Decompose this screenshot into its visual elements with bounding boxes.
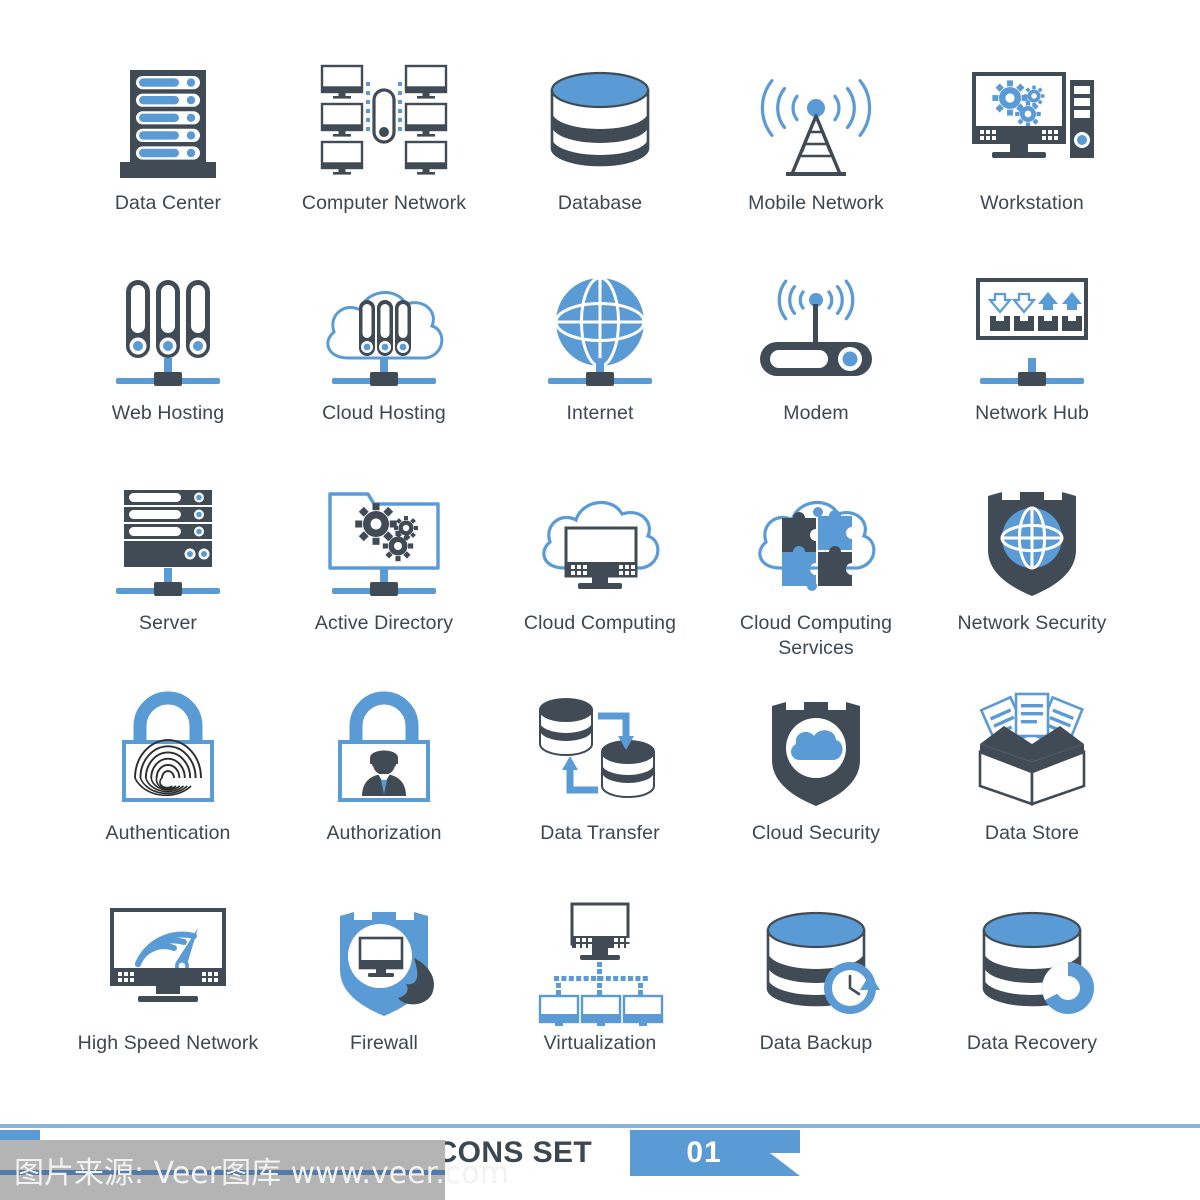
authentication-icon [98, 688, 238, 813]
icon-cell-cloud-hosting[interactable]: Cloud Hosting [276, 268, 492, 478]
icon-label: High Speed Network [77, 1032, 259, 1054]
icon-cell-data-store[interactable]: Data Store [924, 688, 1140, 898]
cloud-security-icon [746, 688, 886, 813]
icon-cell-workstation[interactable]: Workstation [924, 58, 1140, 268]
icon-label: Workstation [980, 192, 1084, 214]
web-hosting-icon [98, 268, 238, 393]
cloud-computing-icon [530, 478, 670, 603]
icon-label: Mobile Network [748, 192, 884, 214]
icon-cell-virtualization[interactable]: Virtualization [492, 898, 708, 1108]
modem-icon [746, 268, 886, 393]
icon-cell-network-security[interactable]: Network Security [924, 478, 1140, 688]
icon-sheet: Data Center Computer Network Database Mo… [0, 0, 1200, 1200]
cloud-hosting-icon [314, 268, 454, 393]
authorization-icon [314, 688, 454, 813]
icon-cell-network-hub[interactable]: Network Hub [924, 268, 1140, 478]
icon-label: Web Hosting [111, 402, 225, 424]
active-directory-icon [314, 478, 454, 603]
server-icon [98, 478, 238, 603]
icon-label: Cloud Computing Services [739, 612, 893, 659]
icon-label: Virtualization [543, 1032, 657, 1054]
workstation-icon [962, 58, 1102, 183]
icon-cell-web-hosting[interactable]: Web Hosting [60, 268, 276, 478]
banner-number-badge: 01 [686, 1136, 722, 1169]
network-hub-icon [962, 268, 1102, 393]
icon-cell-authorization[interactable]: Authorization [276, 688, 492, 898]
icon-cell-data-center[interactable]: Data Center [60, 58, 276, 268]
icon-label: Data Store [984, 822, 1080, 844]
data-store-icon [962, 688, 1102, 813]
icon-cell-data-recovery[interactable]: Data Recovery [924, 898, 1140, 1108]
network-security-icon [962, 478, 1102, 603]
icon-cell-data-backup[interactable]: Data Backup [708, 898, 924, 1108]
icon-label: Cloud Hosting [322, 402, 446, 424]
icon-label: Firewall [350, 1032, 418, 1054]
icon-cell-database[interactable]: Database [492, 58, 708, 268]
icon-label: Authorization [326, 822, 442, 844]
icon-cell-data-transfer[interactable]: Data Transfer [492, 688, 708, 898]
icon-label: Database [557, 192, 643, 214]
data-center-icon [98, 58, 238, 183]
icon-label: Data Transfer [540, 822, 660, 844]
data-backup-icon [746, 898, 886, 1023]
icon-cell-server[interactable]: Server [60, 478, 276, 688]
icon-label: Computer Network [301, 192, 467, 214]
icon-cell-cloud-security[interactable]: Cloud Security [708, 688, 924, 898]
high-speed-network-icon [98, 898, 238, 1023]
icon-label: Network Hub [975, 402, 1089, 424]
icon-cell-modem[interactable]: Modem [708, 268, 924, 478]
icon-label: Data Recovery [966, 1032, 1098, 1054]
firewall-icon [314, 898, 454, 1023]
icon-cell-cloud-computing[interactable]: Cloud Computing [492, 478, 708, 688]
icon-cell-mobile-network[interactable]: Mobile Network [708, 58, 924, 268]
icon-label: Active Directory [314, 612, 454, 634]
icon-label: Data Center [114, 192, 222, 214]
data-transfer-icon [530, 688, 670, 813]
icon-label: Cloud Computing [523, 612, 677, 634]
cloud-computing-services-icon [746, 478, 886, 603]
icon-label: Server [138, 612, 198, 634]
icon-label: Data Backup [759, 1032, 873, 1054]
icon-label: Modem [783, 402, 849, 424]
banner-top-rule [0, 1124, 1200, 1128]
icon-label: Internet [566, 402, 634, 424]
icon-cell-internet[interactable]: Internet [492, 268, 708, 478]
database-icon [530, 58, 670, 183]
icon-cell-firewall[interactable]: Firewall [276, 898, 492, 1108]
icon-label: Network Security [957, 612, 1107, 634]
icon-cell-active-directory[interactable]: Active Directory [276, 478, 492, 688]
watermark-text: 图片来源: Veer图库 www.veer.com [14, 1156, 509, 1191]
icon-cell-computer-network[interactable]: Computer Network [276, 58, 492, 268]
icon-grid: Data Center Computer Network Database Mo… [60, 58, 1140, 1108]
icon-label: Cloud Security [751, 822, 881, 844]
icon-cell-authentication[interactable]: Authentication [60, 688, 276, 898]
mobile-network-icon [746, 58, 886, 183]
icon-cell-cloud-computing-services[interactable]: Cloud Computing Services [708, 478, 924, 688]
icon-cell-high-speed-network[interactable]: High Speed Network [60, 898, 276, 1108]
data-recovery-icon [962, 898, 1102, 1023]
icon-label: Authentication [105, 822, 231, 844]
computer-network-icon [314, 58, 454, 183]
internet-icon [530, 268, 670, 393]
virtualization-icon [530, 898, 670, 1026]
